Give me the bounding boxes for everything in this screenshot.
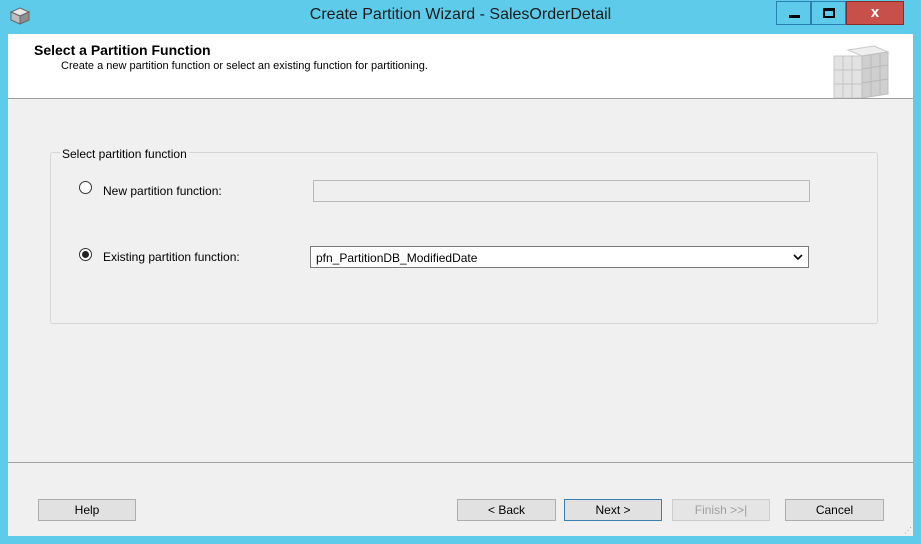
maximize-button[interactable] [811,1,846,25]
title-bar[interactable]: Create Partition Wizard - SalesOrderDeta… [0,0,921,34]
close-icon: x [870,4,880,21]
wizard-header: Select a Partition Function Create a new… [8,34,913,99]
close-button[interactable]: x [846,1,904,25]
new-function-radio[interactable] [79,181,92,194]
wizard-cube-icon [833,45,890,98]
page-subtitle: Create a new partition function or selec… [61,60,428,72]
resize-grip-icon[interactable]: ⋰ [904,526,912,535]
existing-function-radio[interactable] [79,248,92,261]
groupbox-legend: Select partition function [60,147,189,161]
finish-button: Finish >>| [672,499,770,521]
next-button[interactable]: Next > [564,499,662,521]
footer-separator [8,462,913,463]
new-function-input [313,180,810,202]
chevron-down-icon [793,254,803,261]
existing-function-dropdown[interactable]: pfn_PartitionDB_ModifiedDate [310,246,809,268]
dialog-client: Select a Partition Function Create a new… [8,34,913,536]
existing-function-value: pfn_PartitionDB_ModifiedDate [316,251,478,265]
existing-function-label[interactable]: Existing partition function: [103,250,240,264]
page-title: Select a Partition Function [34,42,211,58]
new-function-label[interactable]: New partition function: [103,184,222,198]
maximize-icon [823,8,835,18]
partition-function-groupbox [50,152,878,324]
cancel-button[interactable]: Cancel [785,499,884,521]
help-button[interactable]: Help [38,499,136,521]
minimize-icon [789,15,800,18]
minimize-button[interactable] [776,1,811,25]
back-button[interactable]: < Back [457,499,556,521]
wizard-window: Create Partition Wizard - SalesOrderDeta… [0,0,921,544]
